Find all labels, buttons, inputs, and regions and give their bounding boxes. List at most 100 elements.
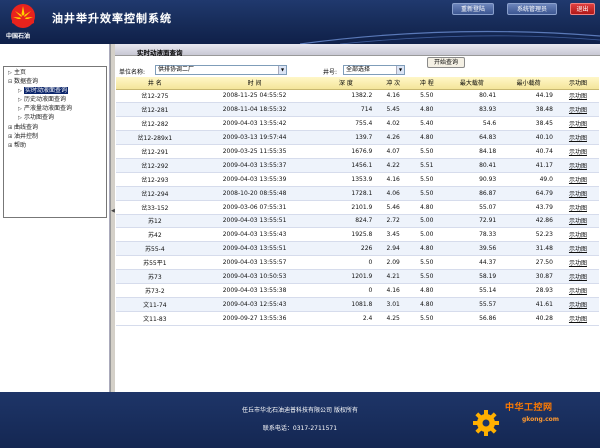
dynagraph-link[interactable]: 示功图 (556, 255, 599, 271)
table-cell: 80.41 (443, 89, 501, 104)
sidebar-item-fluid-query[interactable]: ▷ 严液量动液面查询 (18, 105, 72, 113)
column-header[interactable]: 冲 程 (409, 77, 444, 90)
dynagraph-link[interactable]: 示功图 (556, 172, 599, 187)
sysadmin-button[interactable]: 系统管理员 (507, 3, 557, 15)
table-cell: 52.23 (500, 227, 557, 243)
table-cell: 岔12-291 (116, 144, 194, 159)
relogin-button[interactable]: 重新登陆 (452, 3, 494, 15)
dynagraph-link[interactable]: 示功图 (556, 200, 599, 215)
sidebar-item-well-control[interactable]: ⊞ 油井控制 (8, 133, 38, 141)
table-row[interactable]: 岔33-152 2009-03-06 07:55:31 2101.9 5.46 4.80… (116, 200, 599, 215)
sidebar-item-data-query[interactable]: ⊟ 数据查询 (8, 78, 38, 86)
logo-text: 中国石油 (6, 33, 31, 40)
dynagraph-link[interactable]: 示功图 (556, 297, 599, 312)
table-cell: 49.0 (500, 172, 557, 187)
results-table: 井 名 时 间 深 度 冲 次 冲 程 最大载荷 最小载荷 示功图 岔12-27… (116, 77, 599, 326)
table-row[interactable]: 文11-74 2009-04-03 12:55:43 1081.8 3.01 4.80 5… (116, 297, 599, 312)
table-cell: 5.51 (409, 158, 444, 173)
table-row[interactable]: 岔12-291 2009-03-25 11:55:35 1676.9 4.07 5.50… (116, 144, 599, 159)
table-row[interactable]: 苏55平1 2009-04-03 13:55:57 0 2.09 5.50 44.37 27… (116, 255, 599, 271)
dynagraph-link[interactable]: 示功图 (556, 227, 599, 243)
well-select[interactable]: 全部选择 ▼ (343, 65, 405, 75)
dynagraph-link[interactable]: 示功图 (556, 116, 599, 132)
sidebar-item-curve-query[interactable]: ⊞ 曲线查询 (8, 124, 38, 132)
dynagraph-link[interactable]: 示功图 (556, 186, 599, 201)
table-cell: 41.17 (500, 158, 557, 173)
table-row[interactable]: 岔12-293 2009-04-03 13:55:39 1353.9 4.16 5.50… (116, 172, 599, 187)
sidebar-item-dynagraph-query[interactable]: ▷ 示功图查询 (18, 114, 54, 122)
table-cell: 苏12 (116, 214, 194, 229)
dynagraph-link[interactable]: 示功图 (556, 144, 599, 159)
dynagraph-link[interactable]: 示功图 (556, 214, 599, 229)
table-row[interactable]: 岔12-281 2008-11-04 18:55:32 714 5.45 4.80 83.… (116, 102, 599, 118)
table-row[interactable]: 岔12-294 2008-10-20 08:55:48 1728.1 4.06 5.50… (116, 186, 599, 201)
dynagraph-link[interactable]: 示功图 (556, 102, 599, 118)
table-row[interactable]: 岔12-282 2009-04-03 13:55:42 755.4 4.02 5.40 5… (116, 116, 599, 132)
unit-label: 单位名称: (119, 69, 146, 76)
table-cell: 岔12-281 (116, 102, 194, 118)
dynagraph-link[interactable]: 示功图 (556, 241, 599, 257)
table-cell: 38.48 (500, 102, 557, 118)
table-row[interactable]: 岔12-292 2009-04-03 13:55:37 1456.1 4.22 5.51… (116, 158, 599, 173)
dynagraph-link[interactable]: 示功图 (556, 130, 599, 146)
sidebar-item-help[interactable]: ⊞ 帮助 (8, 142, 26, 150)
dynagraph-link[interactable]: 示功图 (556, 311, 599, 326)
table-row[interactable]: 苏55-4 2009-04-03 13:55:51 226 2.94 4.80 39.56… (116, 241, 599, 257)
table-cell: 30.87 (500, 269, 557, 284)
table-cell: 5.46 (376, 200, 410, 215)
table-cell: 2009-04-03 13:55:51 (193, 241, 316, 257)
table-cell: 1456.1 (315, 158, 377, 173)
table-cell: 岔12-293 (116, 172, 194, 187)
table-cell: 2008-10-20 08:55:48 (193, 186, 316, 201)
column-header[interactable]: 示功图 (556, 77, 599, 90)
table-cell: 83.93 (443, 102, 501, 118)
table-cell: 4.16 (376, 172, 410, 187)
table-row[interactable]: 岔12-275 2008-11-25 04:55:52 1382.2 4.16 5.50… (116, 89, 599, 104)
dynagraph-link[interactable]: 示功图 (556, 269, 599, 284)
table-row[interactable]: 苏42 2009-04-03 13:55:43 1925.8 3.45 5.00 78.3… (116, 227, 599, 243)
sidebar-item-history-query[interactable]: ▷ 历史动液面查询 (18, 96, 66, 104)
table-cell: 78.33 (443, 227, 501, 243)
dynagraph-link[interactable]: 示功图 (556, 158, 599, 173)
table-cell: 2009-04-03 13:55:51 (193, 214, 316, 229)
filter-row: 单位名称: 供排协调二厂 ▼ 井号: 全部选择 ▼ 开始查询 (115, 56, 600, 78)
table-cell: 0 (315, 255, 377, 271)
table-row[interactable]: 苏12 2009-04-03 13:55:51 824.7 2.72 5.00 72.91… (116, 214, 599, 229)
table-cell: 40.74 (500, 144, 557, 159)
table-row[interactable]: 岔12-289x1 2009-03-13 19:57:44 139.7 4.26 4.8… (116, 130, 599, 146)
start-query-button[interactable]: 开始查询 (427, 57, 465, 68)
exit-button[interactable]: 退出 (570, 3, 595, 15)
column-header[interactable]: 冲 次 (376, 77, 410, 90)
dynagraph-link[interactable]: 示功图 (556, 283, 599, 298)
table-cell: 文11-83 (116, 311, 194, 326)
watermark-url: gkong.com (522, 416, 560, 423)
table-row[interactable]: 苏73-2 2009-04-03 13:55:38 0 4.16 4.80 55.14 28… (116, 283, 599, 298)
table-cell: 5.50 (409, 172, 444, 187)
column-header[interactable]: 深 度 (315, 77, 377, 90)
unit-select[interactable]: 供排协调二厂 ▼ (155, 65, 287, 75)
table-cell: 4.80 (409, 283, 444, 298)
table-cell: 41.61 (500, 297, 557, 312)
dynagraph-link[interactable]: 示功图 (556, 89, 599, 104)
column-header[interactable]: 最小载荷 (500, 77, 557, 90)
column-header[interactable]: 井 名 (116, 77, 194, 90)
sidebar-item-home[interactable]: ▷ 主页 (8, 69, 26, 77)
table-cell: 苏55-4 (116, 241, 194, 257)
table-cell: 1925.8 (315, 227, 377, 243)
table-row[interactable]: 文11-83 2009-09-27 13:55:36 2.4 4.25 5.50 56.8… (116, 311, 599, 326)
app-title-reflection: 油井举升效率控制系统 (52, 14, 172, 22)
table-cell: 4.26 (376, 130, 410, 146)
table-cell: 4.80 (409, 130, 444, 146)
column-header[interactable]: 最大载荷 (443, 77, 501, 90)
table-cell: 1676.9 (315, 144, 377, 159)
table-row[interactable]: 苏73 2009-04-03 10:50:53 1201.9 4.21 5.50 58.1… (116, 269, 599, 284)
column-header[interactable]: 时 间 (193, 77, 316, 90)
table-cell: 28.93 (500, 283, 557, 298)
chevron-down-icon[interactable]: ▼ (396, 66, 404, 74)
table-cell: 44.37 (443, 255, 501, 271)
table-cell: 139.7 (315, 130, 377, 146)
table-cell: 5.00 (409, 214, 444, 229)
chevron-down-icon[interactable]: ▼ (278, 66, 286, 74)
table-cell: 86.87 (443, 186, 501, 201)
sidebar-item-realtime-query[interactable]: ▷ 实时动液面查询 (18, 87, 69, 95)
